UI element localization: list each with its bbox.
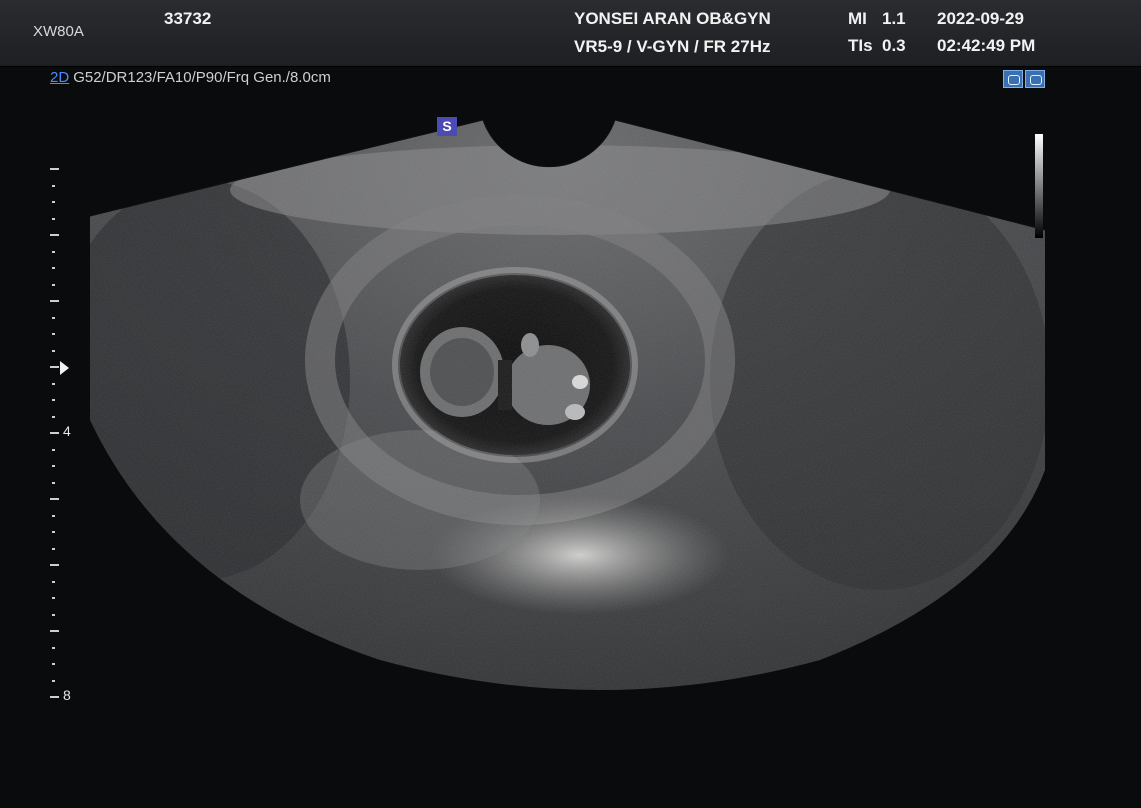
depth-minor-tick <box>52 448 55 451</box>
depth-minor-tick <box>52 613 55 616</box>
depth-minor-tick <box>52 217 55 220</box>
depth-minor-tick <box>52 399 55 401</box>
depth-minor-tick <box>52 382 55 385</box>
depth-major-tick <box>50 366 59 368</box>
grayscale-bar <box>1035 134 1043 238</box>
depth-minor-tick <box>52 184 55 187</box>
depth-minor-tick <box>52 201 55 203</box>
depth-major-tick <box>50 300 59 302</box>
depth-minor-tick <box>52 349 55 352</box>
depth-minor-tick <box>52 250 55 253</box>
depth-major-tick <box>50 564 59 566</box>
depth-minor-tick <box>52 580 55 583</box>
depth-minor-tick <box>52 465 55 467</box>
depth-minor-tick <box>52 283 55 286</box>
depth-minor-tick <box>52 531 55 533</box>
depth-label-4: 4 <box>63 423 71 439</box>
depth-major-tick <box>50 234 59 236</box>
depth-minor-tick <box>52 679 55 682</box>
depth-minor-tick <box>52 663 55 665</box>
depth-minor-tick <box>52 597 55 599</box>
depth-minor-tick <box>52 316 55 319</box>
focus-marker-icon[interactable] <box>60 361 69 375</box>
depth-major-tick <box>50 696 59 698</box>
depth-minor-tick <box>52 267 55 269</box>
depth-minor-tick <box>52 481 55 484</box>
depth-major-tick <box>50 432 59 434</box>
depth-major-tick <box>50 498 59 500</box>
depth-major-tick <box>50 168 59 170</box>
orientation-marker: S <box>437 117 457 136</box>
scan-sector <box>90 120 1045 690</box>
depth-minor-tick <box>52 646 55 649</box>
depth-label-8: 8 <box>63 687 71 703</box>
depth-major-tick <box>50 630 59 632</box>
depth-minor-tick <box>52 514 55 517</box>
depth-minor-tick <box>52 415 55 418</box>
depth-minor-tick <box>52 547 55 550</box>
ultrasound-image[interactable] <box>0 0 1141 808</box>
depth-minor-tick <box>52 333 55 335</box>
